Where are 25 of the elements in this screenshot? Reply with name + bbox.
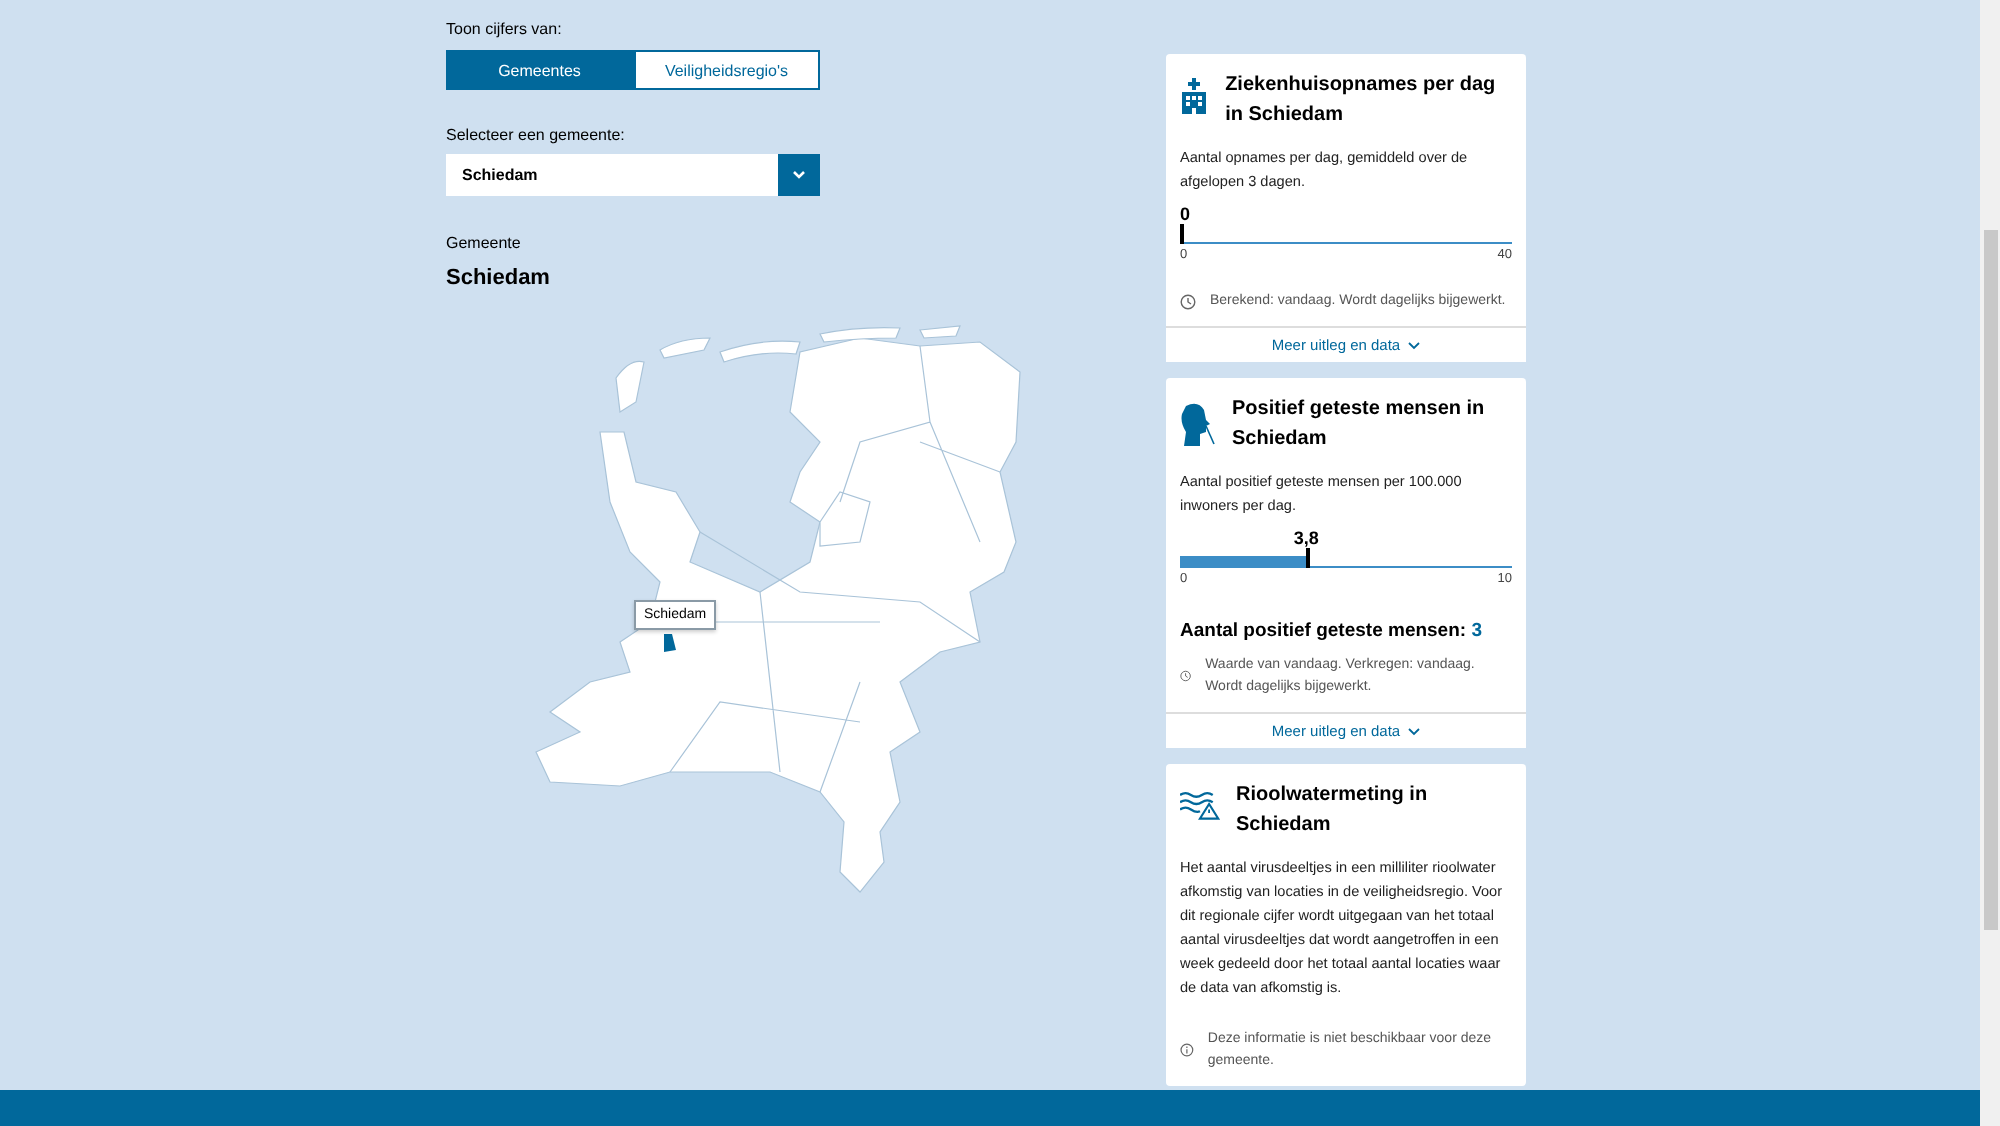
total-count: Aantal positief geteste mensen: 3 — [1180, 620, 1484, 642]
hospital-icon — [1180, 78, 1209, 114]
area-label: Gemeente — [446, 234, 521, 252]
clock-icon — [1180, 668, 1192, 684]
water-warning-icon — [1180, 788, 1220, 820]
card-title: Rioolwatermeting in Schiedam — [1236, 782, 1430, 840]
toggle-label: Toon cijfers van: — [446, 20, 562, 38]
scrollbar-thumb[interactable] — [1983, 230, 1997, 930]
chevron-down-icon — [1408, 341, 1421, 349]
clock-icon — [1180, 293, 1196, 309]
filter-tab[interactable]: Gemeentes — [446, 50, 633, 90]
filter-tab[interactable]: Veiligheidsregio's — [633, 50, 820, 90]
select-label: Selecteer een gemeente: — [446, 126, 625, 144]
area-name: Schiedam — [446, 266, 550, 290]
card-title: Positief geteste mensen in Schiedam — [1232, 396, 1487, 454]
municipality-select[interactable]: Schiedam — [446, 154, 820, 196]
card-title: Ziekenhuisopnames per dag in Schiedam — [1225, 72, 1498, 130]
selected-municipality-shape[interactable] — [664, 634, 676, 652]
head-silhouette-icon — [1180, 402, 1216, 450]
gauge-value: 0 — [1180, 204, 1191, 224]
chevron-down-icon — [792, 170, 806, 180]
scrollbar[interactable] — [1980, 0, 2000, 1126]
chevron-down-icon — [1408, 727, 1421, 735]
gauge-value: 3,8 — [1293, 528, 1319, 548]
info-icon — [1180, 1042, 1194, 1058]
